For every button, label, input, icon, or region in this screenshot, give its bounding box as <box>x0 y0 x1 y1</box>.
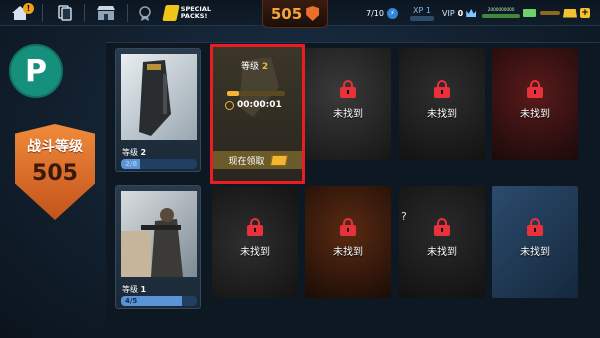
lock-icon <box>340 80 356 98</box>
cash-display[interactable]: 2000000000 <box>482 3 536 23</box>
lock-icon <box>340 218 356 236</box>
card-progress-bar: 2/8 <box>121 159 197 169</box>
magazine-image <box>121 54 197 140</box>
question-mark-icon: ? <box>401 210 407 223</box>
medal-icon <box>139 6 151 21</box>
divider <box>84 4 85 22</box>
achievements-button[interactable] <box>134 2 156 24</box>
lock-group: ? 未找到 <box>399 210 485 258</box>
inventory-button[interactable] <box>54 2 76 24</box>
gold-display[interactable]: + <box>540 3 590 23</box>
card-progress-bar: 4/5 <box>121 296 197 306</box>
card-progress-text: 2/8 <box>125 160 138 168</box>
locked-slot[interactable]: 未找到 <box>492 48 578 160</box>
gold-icon <box>563 8 577 18</box>
card-level-label: 等级 <box>122 285 138 294</box>
locked-slot[interactable]: 未找到 <box>305 48 391 160</box>
cash-value: 2000000000 <box>487 8 515 13</box>
not-found-label: 未找到 <box>520 109 550 120</box>
lock-group: 未找到 <box>305 218 391 258</box>
locked-slot[interactable]: 未找到 <box>492 186 578 298</box>
locked-slot[interactable]: ? 未找到 <box>399 186 485 298</box>
lock-icon <box>247 218 263 236</box>
not-found-label: 未找到 <box>333 109 363 120</box>
lock-icon <box>527 218 543 236</box>
lock-icon <box>527 80 543 98</box>
card-level-value: 2 <box>140 148 147 157</box>
locked-slot[interactable]: 未找到 <box>305 186 391 298</box>
card-level: 等级 2 <box>122 147 146 158</box>
shield-icon <box>306 6 320 21</box>
combat-level-value: 505 <box>32 161 78 186</box>
special-packs-label: SPECIAL PACKS! <box>180 5 212 20</box>
cards-icon <box>58 5 72 21</box>
lock-icon <box>434 218 450 236</box>
combat-level-badge: 战斗等级 505 <box>15 124 95 220</box>
lock-group: 未找到 <box>399 80 485 120</box>
not-found-label: 未找到 <box>427 109 457 120</box>
not-found-label: 未找到 <box>427 247 457 258</box>
crown-icon <box>466 9 477 17</box>
avatar[interactable]: P <box>9 44 63 98</box>
divider <box>127 4 128 22</box>
card-level-value: 1 <box>140 285 147 294</box>
store-button[interactable] <box>92 2 120 24</box>
gold-bar <box>540 11 560 15</box>
soldier-image <box>121 191 197 277</box>
not-found-label: 未找到 <box>520 247 550 258</box>
vip-display[interactable]: VIP 0 <box>442 3 477 23</box>
add-gold-button[interactable]: + <box>580 8 590 18</box>
cash-bar <box>482 14 520 18</box>
divider <box>42 4 43 22</box>
locked-slot[interactable]: 未找到 <box>399 48 485 160</box>
lock-group: 未找到 <box>305 80 391 120</box>
not-found-label: 未找到 <box>240 247 270 258</box>
tag-icon <box>162 5 180 21</box>
card-level-label: 等级 <box>122 148 138 157</box>
vip-label: VIP <box>442 8 455 18</box>
energy-value: 7/10 <box>366 8 384 18</box>
selection-highlight <box>210 44 305 184</box>
notification-badge: ! <box>23 3 34 14</box>
weapon-card[interactable]: 等级 1 4/5 <box>115 185 201 309</box>
energy-icon: ⚡ <box>386 7 398 19</box>
xp-progress-bar <box>410 15 434 21</box>
store-icon <box>97 6 115 20</box>
lock-group: 未找到 <box>492 80 578 120</box>
weapon-card[interactable]: 等级 2 2/8 <box>115 48 201 172</box>
top-bar: ! SPECIAL PACKS! 505 7/10 ⚡ XP 1 VIP 0 2… <box>0 0 600 28</box>
lock-icon <box>434 80 450 98</box>
home-button[interactable]: ! <box>6 2 34 24</box>
xp-label: XP 1 <box>413 5 431 15</box>
player-level-value: 505 <box>270 4 303 23</box>
combat-level-label: 战斗等级 <box>27 139 83 155</box>
card-progress-text: 4/5 <box>125 297 138 305</box>
energy-display[interactable]: 7/10 ⚡ <box>366 3 398 23</box>
special-packs-button[interactable]: SPECIAL PACKS! <box>162 2 226 24</box>
card-level: 等级 1 <box>122 284 146 295</box>
lock-group: 未找到 <box>212 218 298 258</box>
vip-value: 0 <box>457 8 464 18</box>
not-found-label: 未找到 <box>333 247 363 258</box>
player-level-display: 505 <box>262 0 328 28</box>
lock-group: 未找到 <box>492 218 578 258</box>
xp-display[interactable]: XP 1 <box>410 3 434 23</box>
cash-icon <box>523 9 536 17</box>
locked-slot[interactable]: 未找到 <box>212 186 298 298</box>
